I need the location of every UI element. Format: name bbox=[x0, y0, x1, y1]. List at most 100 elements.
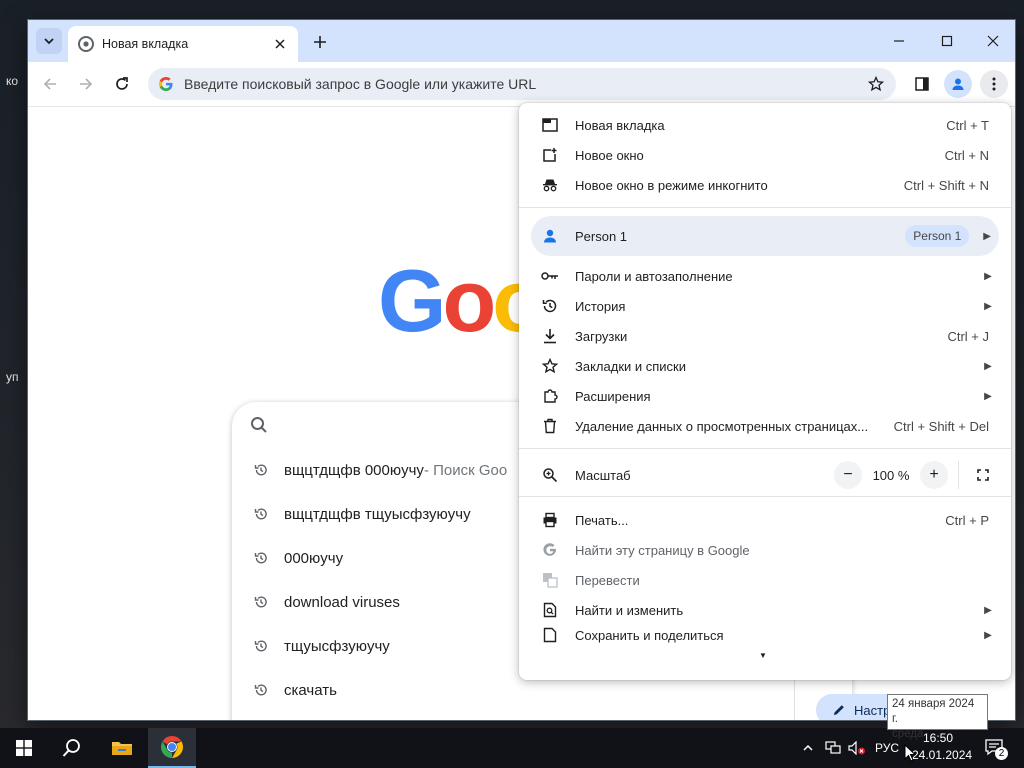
new-tab-button[interactable] bbox=[308, 30, 332, 54]
chevron-right-icon: ▶ bbox=[983, 230, 991, 242]
start-button[interactable] bbox=[0, 728, 48, 768]
google-g-icon bbox=[541, 541, 559, 559]
notification-badge: 2 bbox=[995, 747, 1008, 760]
menu-item-profile[interactable]: Person 1 Person 1 ▶ bbox=[531, 216, 999, 256]
tooltip-date: 24 января 2024 г. bbox=[892, 698, 975, 725]
menu-item-save-share[interactable]: Сохранить и поделиться ▶ bbox=[519, 625, 1011, 645]
address-bar-placeholder: Введите поисковый запрос в Google или ук… bbox=[184, 76, 537, 92]
reload-button[interactable] bbox=[108, 70, 136, 98]
menu-item-translate[interactable]: Перевести bbox=[519, 565, 1011, 595]
history-icon bbox=[252, 505, 270, 523]
zoom-out-button[interactable]: − bbox=[834, 461, 862, 489]
menu-item-downloads[interactable]: Загрузки Ctrl + J bbox=[519, 321, 1011, 351]
translate-icon bbox=[541, 571, 559, 589]
address-bar[interactable]: Введите поисковый запрос в Google или ук… bbox=[148, 68, 896, 100]
taskbar-file-explorer[interactable] bbox=[98, 728, 146, 768]
clock-date: 24.01.2024 bbox=[912, 748, 973, 762]
tray-network[interactable] bbox=[822, 728, 844, 768]
chrome-favicon-icon bbox=[78, 36, 94, 52]
logo-letter: o bbox=[442, 251, 496, 350]
menu-item-print[interactable]: Печать... Ctrl + P bbox=[519, 505, 1011, 535]
minimize-icon bbox=[894, 40, 904, 42]
chrome-icon bbox=[161, 736, 183, 758]
suggestion-source: - Поиск Goo bbox=[423, 461, 508, 479]
title-bar: Новая вкладка bbox=[28, 20, 1015, 62]
tab-search-button[interactable] bbox=[36, 28, 62, 54]
menu-separator bbox=[519, 496, 1011, 497]
menu-item-shortcut: Ctrl + T bbox=[946, 117, 989, 133]
tab-new-tab[interactable]: Новая вкладка bbox=[68, 26, 298, 62]
tab-title: Новая вкладка bbox=[102, 37, 189, 51]
chevron-right-icon: ▶ bbox=[984, 270, 992, 282]
bookmark-star-button[interactable] bbox=[862, 70, 890, 98]
menu-item-extensions[interactable]: Расширения ▶ bbox=[519, 381, 1011, 411]
key-icon bbox=[541, 267, 559, 285]
chrome-app-menu: Новая вкладка Ctrl + T Новое окно Ctrl +… bbox=[519, 103, 1011, 680]
tab-close-button[interactable] bbox=[270, 34, 290, 54]
menu-item-label: Перевести bbox=[575, 572, 640, 588]
menu-item-label: Сохранить и поделиться bbox=[575, 627, 724, 643]
chevron-right-icon: ▶ bbox=[984, 300, 992, 312]
tray-overflow-button[interactable] bbox=[798, 728, 818, 768]
arrow-left-icon bbox=[43, 78, 56, 90]
maximize-button[interactable] bbox=[924, 26, 970, 56]
close-icon bbox=[275, 39, 285, 49]
zoom-icon bbox=[541, 466, 559, 484]
menu-item-shortcut: Ctrl + Shift + N bbox=[903, 177, 989, 193]
windows-taskbar: РУС 16:50 24.01.2024 2 bbox=[0, 728, 1024, 768]
menu-item-find-edit[interactable]: Найти и изменить ▶ bbox=[519, 595, 1011, 625]
action-center-button[interactable]: 2 bbox=[980, 728, 1010, 768]
profile-button[interactable] bbox=[944, 70, 972, 98]
suggestion-text: download viruses bbox=[284, 593, 400, 611]
taskbar-search-button[interactable] bbox=[48, 728, 96, 768]
menu-item-passwords[interactable]: Пароли и автозаполнение ▶ bbox=[519, 261, 1011, 291]
suggestion-text: вщцтдщфв тщуысфзуюучу bbox=[284, 505, 471, 523]
menu-item-clear-data[interactable]: Удаление данных о просмотренных страница… bbox=[519, 411, 1011, 441]
suggestion-text: вщцтдщфв 000юучу bbox=[284, 461, 424, 479]
history-icon bbox=[252, 637, 270, 655]
network-icon bbox=[825, 741, 841, 754]
menu-item-label: Расширения bbox=[575, 388, 651, 404]
menu-item-shortcut: Ctrl + Shift + Del bbox=[893, 418, 989, 434]
arrow-right-icon bbox=[80, 78, 93, 90]
fullscreen-button[interactable] bbox=[969, 461, 997, 489]
tray-volume[interactable] bbox=[846, 728, 868, 768]
menu-separator bbox=[519, 207, 1011, 208]
taskbar-chrome[interactable] bbox=[148, 728, 196, 768]
chevron-down-icon bbox=[44, 38, 54, 45]
google-logo: Goo bbox=[378, 257, 546, 345]
menu-item-incognito[interactable]: Новое окно в режиме инкогнито Ctrl + Shi… bbox=[519, 170, 1011, 200]
more-vert-icon bbox=[992, 77, 996, 91]
side-panel-button[interactable] bbox=[908, 70, 936, 98]
chrome-menu-button[interactable] bbox=[980, 70, 1008, 98]
minimize-button[interactable] bbox=[876, 26, 922, 56]
chevron-right-icon: ▶ bbox=[984, 629, 992, 641]
windows-logo-icon bbox=[16, 740, 32, 756]
back-button[interactable] bbox=[36, 70, 64, 98]
menu-item-new-window[interactable]: Новое окно Ctrl + N bbox=[519, 140, 1011, 170]
close-window-button[interactable] bbox=[970, 26, 1016, 56]
volume-muted-icon bbox=[848, 741, 865, 755]
history-icon bbox=[541, 297, 559, 315]
google-g-icon bbox=[159, 77, 173, 91]
menu-item-new-tab[interactable]: Новая вкладка Ctrl + T bbox=[519, 110, 1011, 140]
person-icon bbox=[541, 227, 559, 245]
mouse-cursor-icon bbox=[904, 744, 916, 762]
menu-item-label: Закладки и списки bbox=[575, 358, 687, 374]
search-icon bbox=[62, 739, 80, 757]
menu-separator bbox=[519, 448, 1011, 449]
menu-item-find-in-google[interactable]: Найти эту страницу в Google bbox=[519, 535, 1011, 565]
menu-item-label: Удаление данных о просмотренных страница… bbox=[575, 418, 869, 434]
zoom-in-button[interactable]: + bbox=[920, 461, 948, 489]
forward-button[interactable] bbox=[72, 70, 100, 98]
plus-icon bbox=[314, 36, 326, 48]
menu-item-bookmarks[interactable]: Закладки и списки ▶ bbox=[519, 351, 1011, 381]
close-icon bbox=[987, 35, 999, 47]
menu-item-shortcut: Ctrl + P bbox=[945, 512, 989, 528]
menu-item-history[interactable]: История ▶ bbox=[519, 291, 1011, 321]
date-tooltip: 24 января 2024 г. среда bbox=[887, 694, 988, 740]
menu-item-label: Масштаб bbox=[575, 467, 631, 483]
menu-item-zoom: Масштаб − 100 % + bbox=[519, 458, 1011, 492]
menu-scroll-down-icon[interactable]: ▼ bbox=[759, 651, 767, 660]
chevron-right-icon: ▶ bbox=[984, 360, 992, 372]
